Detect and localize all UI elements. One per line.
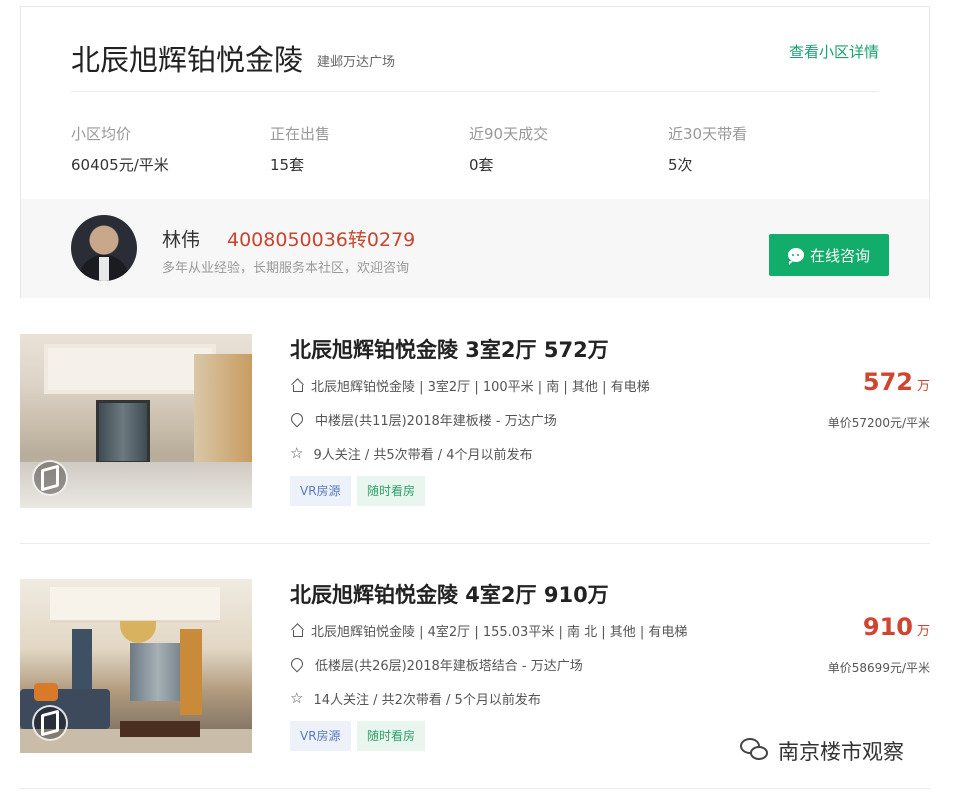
- house-info-text: 北辰旭辉铂悦金陵 | 4室2厅 | 155.03平米 | 南 北 | 其他 | …: [311, 625, 688, 640]
- wechat-icon: [740, 738, 770, 764]
- stat-label: 近30天带看: [668, 125, 748, 143]
- house-info-text: 北辰旭辉铂悦金陵 | 3室2厅 | 100平米 | 南 | 其他 | 有电梯: [311, 380, 650, 395]
- listing-card[interactable]: 北辰旭辉铂悦金陵 4室2厅 910万 北辰旭辉铂悦金陵 | 4室2厅 | 155…: [20, 579, 930, 755]
- tag-anytime-viewing: 随时看房: [357, 721, 426, 751]
- tag-vr-listing: VR房源: [290, 721, 351, 751]
- total-price: 910 万: [863, 613, 930, 641]
- consult-button-label: 在线咨询: [809, 246, 870, 265]
- position-info-text: 中楼层(共11层)2018年建板楼 - 万达广场: [315, 414, 557, 429]
- listing-photo[interactable]: [20, 579, 252, 753]
- listing-title[interactable]: 北辰旭辉铂悦金陵 4室2厅 910万: [290, 579, 609, 609]
- unit-price: 单价58699元/平米: [827, 661, 930, 675]
- community-detail-link[interactable]: 查看小区详情: [789, 41, 879, 62]
- vr-icon[interactable]: [32, 705, 68, 741]
- stat-value: 0套: [469, 156, 494, 174]
- unit-price: 单价57200元/平米: [827, 416, 930, 430]
- total-price-value: 572: [862, 368, 913, 396]
- total-price-value: 910: [862, 613, 913, 641]
- vr-icon[interactable]: [32, 460, 68, 496]
- community-name: 北辰旭辉铂悦金陵: [71, 43, 304, 77]
- listing-house-info: 北辰旭辉铂悦金陵 | 3室2厅 | 100平米 | 南 | 其他 | 有电梯: [290, 376, 650, 395]
- location-pin-icon: [291, 658, 303, 672]
- listing-photo[interactable]: [20, 334, 252, 508]
- stat-average-price: 小区均价 60405元/平米: [71, 123, 169, 175]
- tag-anytime-viewing: 随时看房: [357, 476, 426, 506]
- stat-value: 15套: [270, 156, 305, 174]
- total-price-unit: 万: [916, 379, 930, 394]
- house-icon: [291, 380, 303, 392]
- stat-deals-90-days: 近90天成交 0套: [469, 123, 548, 175]
- follow-info-text: 14人关注 / 共2次带看 / 5个月以前发布: [313, 693, 541, 708]
- community-card: 北辰旭辉铂悦金陵 建邺万达广场 查看小区详情 小区均价 60405元/平米 正在…: [20, 6, 930, 298]
- location-pin-icon: [291, 413, 303, 427]
- stat-value: 5次: [668, 156, 693, 174]
- stat-on-sale: 正在出售 15套: [270, 123, 330, 175]
- stat-value: 60405元/平米: [71, 156, 169, 174]
- agent-description: 多年从业经验，长期服务本社区，欢迎咨询: [162, 261, 410, 276]
- star-icon: ☆: [290, 689, 304, 707]
- listing-divider: [20, 543, 930, 544]
- total-price: 572 万: [863, 368, 930, 396]
- follow-info-text: 9人关注 / 共5次带看 / 4个月以前发布: [313, 448, 533, 463]
- listing-position-info: 低楼层(共26层)2018年建板塔结合 - 万达广场: [290, 655, 583, 674]
- stat-label: 正在出售: [270, 125, 331, 143]
- community-area: 建邺万达广场: [317, 55, 396, 70]
- tag-vr-listing: VR房源: [290, 476, 351, 506]
- watermark-text: 南京楼市观察: [778, 740, 904, 764]
- agent-panel: 林伟 4008050036转0279 多年从业经验，长期服务本社区，欢迎咨询 在…: [21, 199, 929, 298]
- listing-house-info: 北辰旭辉铂悦金陵 | 4室2厅 | 155.03平米 | 南 北 | 其他 | …: [290, 621, 687, 640]
- star-icon: ☆: [290, 444, 304, 462]
- card-divider: [71, 91, 879, 92]
- listing-follow-info: ☆ 9人关注 / 共5次带看 / 4个月以前发布: [290, 444, 533, 464]
- online-consult-button[interactable]: 在线咨询: [769, 234, 889, 276]
- listing-title[interactable]: 北辰旭辉铂悦金陵 3室2厅 572万: [290, 334, 609, 364]
- position-info-text: 低楼层(共26层)2018年建板塔结合 - 万达广场: [315, 659, 583, 674]
- agent-avatar[interactable]: [71, 215, 137, 281]
- listing-position-info: 中楼层(共11层)2018年建板楼 - 万达广场: [290, 410, 557, 429]
- listing-divider: [20, 788, 930, 789]
- stat-viewings-30-days: 近30天带看 5次: [668, 123, 747, 175]
- listing-follow-info: ☆ 14人关注 / 共2次带看 / 5个月以前发布: [290, 689, 541, 709]
- chat-bubble-icon: [787, 248, 804, 265]
- watermark: 南京楼市观察: [740, 736, 904, 766]
- agent-name: 林伟: [162, 229, 201, 251]
- total-price-unit: 万: [916, 624, 930, 639]
- stat-label: 小区均价: [71, 125, 132, 143]
- stat-label: 近90天成交: [469, 125, 549, 143]
- house-icon: [291, 625, 303, 637]
- listing-card[interactable]: 北辰旭辉铂悦金陵 3室2厅 572万 北辰旭辉铂悦金陵 | 3室2厅 | 100…: [20, 334, 930, 510]
- agent-phone[interactable]: 4008050036转0279: [227, 225, 415, 252]
